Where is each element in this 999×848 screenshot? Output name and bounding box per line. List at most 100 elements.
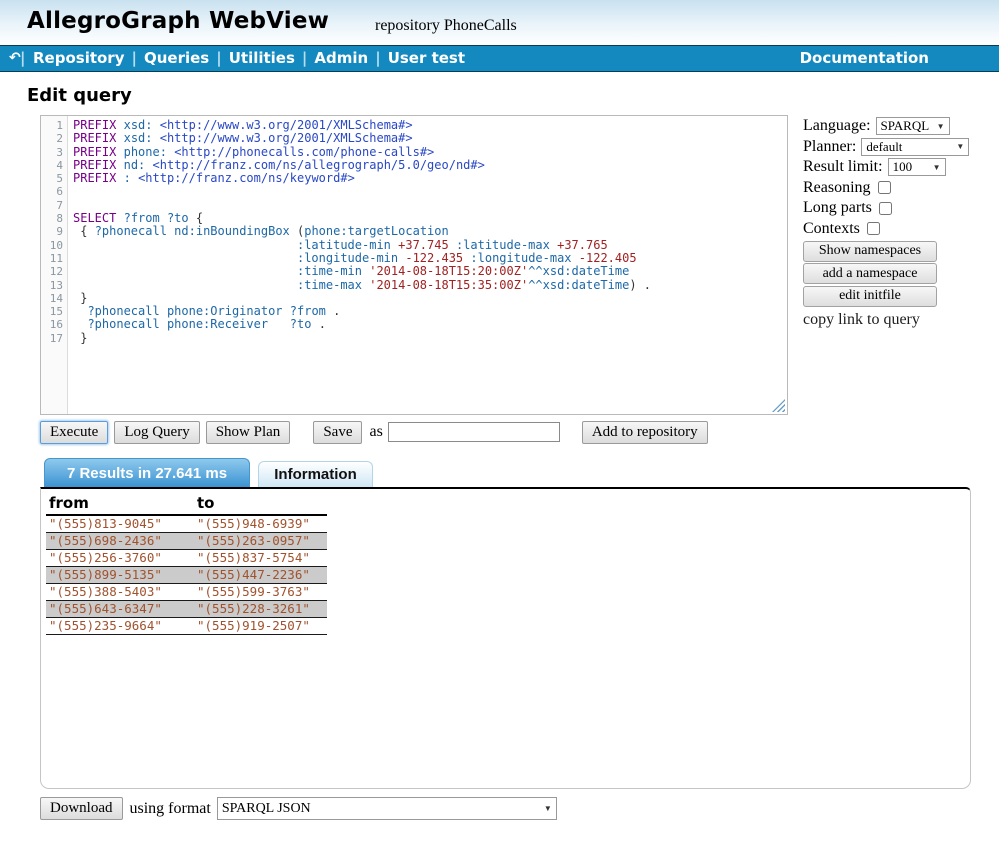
nav-item-repository[interactable]: Repository — [33, 49, 125, 67]
results-body: "(555)813-9045""(555)948-6939""(555)698-… — [46, 516, 327, 635]
nav-separator: | — [20, 46, 25, 71]
table-row: "(555)256-3760""(555)837-5754" — [46, 550, 327, 567]
planner-select[interactable]: default ▼ — [861, 138, 969, 156]
code-line: :longitude-min -122.435 :longitude-max -… — [73, 252, 787, 265]
code-line: :time-max '2014-08-18T15:35:00Z'^^xsd:da… — [73, 279, 787, 292]
planner-value: default — [866, 139, 902, 155]
nav-item-queries[interactable]: Queries — [144, 49, 209, 67]
contexts-checkbox[interactable] — [867, 222, 880, 235]
line-number: 16 — [41, 318, 63, 331]
chevron-down-icon: ▼ — [933, 163, 941, 172]
column-header-from: from — [46, 493, 194, 514]
nav-item-user-test[interactable]: User test — [388, 49, 465, 67]
long-parts-checkbox[interactable] — [879, 202, 892, 215]
line-number: 8 — [41, 212, 63, 225]
edit-initfile-button[interactable]: edit initfile — [803, 286, 937, 307]
code-line: PREFIX phone: <http://phonecalls.com/pho… — [73, 146, 787, 159]
reasoning-label: Reasoning — [803, 179, 871, 197]
line-number: 15 — [41, 305, 63, 318]
chevron-down-icon: ▼ — [956, 142, 964, 151]
result-limit-value: 100 — [893, 159, 913, 175]
line-number: 7 — [41, 199, 63, 212]
copy-link-to-query[interactable]: copy link to query — [803, 311, 971, 329]
reasoning-checkbox[interactable] — [878, 181, 891, 194]
app-header: AllegroGraph WebView repository PhoneCal… — [0, 0, 999, 45]
result-limit-label: Result limit: — [803, 158, 883, 176]
code-line: PREFIX : <http://franz.com/ns/keyword#> — [73, 172, 787, 185]
save-name-input[interactable] — [388, 422, 560, 442]
execute-button[interactable]: Execute — [40, 421, 108, 444]
line-number: 5 — [41, 172, 63, 185]
line-number: 10 — [41, 239, 63, 252]
nav-separator: | — [295, 49, 314, 67]
table-cell: "(555)837-5754" — [194, 550, 327, 566]
add-to-repository-button[interactable]: Add to repository — [582, 421, 708, 444]
code-line: } — [73, 332, 787, 345]
long-parts-row: Long parts — [803, 198, 971, 219]
table-cell: "(555)256-3760" — [46, 550, 194, 566]
code-line: :latitude-min +37.745 :latitude-max +37.… — [73, 239, 787, 252]
table-row: "(555)899-5135""(555)447-2236" — [46, 567, 327, 584]
download-row: Download using format SPARQL JSON ▼ — [40, 797, 557, 820]
contexts-row: Contexts — [803, 219, 971, 240]
tab-information[interactable]: Information — [258, 461, 373, 487]
editor-line-numbers: 1234567891011121314151617 — [41, 116, 68, 414]
planner-label: Planner: — [803, 138, 856, 156]
page-title: Edit query — [27, 85, 132, 106]
table-cell: "(555)813-9045" — [46, 516, 194, 532]
tab-results[interactable]: 7 Results in 27.641 ms — [44, 458, 250, 487]
line-number: 3 — [41, 146, 63, 159]
nav-item-admin[interactable]: Admin — [314, 49, 368, 67]
code-line: :time-min '2014-08-18T15:20:00Z'^^xsd:da… — [73, 265, 787, 278]
page: AllegroGraph WebView repository PhoneCal… — [0, 0, 999, 848]
nav-item-documentation[interactable]: Documentation — [800, 46, 929, 71]
save-button[interactable]: Save — [313, 421, 362, 444]
editor-code[interactable]: PREFIX xsd: <http://www.w3.org/2001/XMLS… — [68, 116, 787, 414]
show-plan-button[interactable]: Show Plan — [206, 421, 291, 444]
table-cell: "(555)643-6347" — [46, 601, 194, 617]
table-cell: "(555)228-3261" — [194, 601, 327, 617]
table-cell: "(555)447-2236" — [194, 567, 327, 583]
line-number: 13 — [41, 279, 63, 292]
language-label: Language: — [803, 117, 871, 135]
code-line: SELECT ?from ?to { — [73, 212, 787, 225]
query-editor[interactable]: 1234567891011121314151617 PREFIX xsd: <h… — [40, 115, 788, 415]
code-line: PREFIX xsd: <http://www.w3.org/2001/XMLS… — [73, 132, 787, 145]
code-line: { ?phonecall nd:inBoundingBox (phone:tar… — [73, 225, 787, 238]
table-cell: "(555)948-6939" — [194, 516, 327, 532]
code-line: PREFIX nd: <http://franz.com/ns/allegrog… — [73, 159, 787, 172]
language-value: SPARQL — [881, 118, 930, 134]
table-row: "(555)388-5403""(555)599-3763" — [46, 584, 327, 601]
table-row: "(555)813-9045""(555)948-6939" — [46, 516, 327, 533]
download-format-select[interactable]: SPARQL JSON ▼ — [217, 797, 557, 820]
log-query-button[interactable]: Log Query — [114, 421, 199, 444]
table-cell: "(555)388-5403" — [46, 584, 194, 600]
code-line — [73, 185, 787, 198]
table-cell: "(555)899-5135" — [46, 567, 194, 583]
nav-item-utilities[interactable]: Utilities — [229, 49, 295, 67]
repository-label: repository PhoneCalls — [375, 17, 517, 35]
reasoning-row: Reasoning — [803, 178, 971, 199]
table-row: "(555)698-2436""(555)263-0957" — [46, 533, 327, 550]
chevron-down-icon: ▼ — [937, 122, 945, 131]
table-cell: "(555)919-2507" — [194, 618, 327, 634]
results-panel: fromto "(555)813-9045""(555)948-6939""(5… — [40, 487, 971, 789]
line-number: 4 — [41, 159, 63, 172]
result-limit-select[interactable]: 100 ▼ — [888, 158, 946, 176]
save-as-label: as — [369, 423, 382, 441]
download-button[interactable]: Download — [40, 797, 123, 820]
query-actions: Execute Log Query Show Plan Save as Add … — [40, 420, 714, 444]
line-number: 1 — [41, 119, 63, 132]
add-namespace-button[interactable]: add a namespace — [803, 263, 937, 284]
code-line: ?phonecall phone:Receiver ?to . — [73, 318, 787, 331]
line-number: 14 — [41, 292, 63, 305]
code-line: ?phonecall phone:Originator ?from . — [73, 305, 787, 318]
query-options: Language: SPARQL ▼ Planner: default ▼ Re… — [803, 116, 971, 329]
nav-items: Repository|Queries|Utilities|Admin|User … — [33, 46, 465, 71]
back-arrow-icon[interactable]: ↶ — [9, 46, 21, 71]
download-format-value: SPARQL JSON — [222, 801, 311, 817]
language-select[interactable]: SPARQL ▼ — [876, 117, 950, 135]
language-row: Language: SPARQL ▼ — [803, 116, 971, 137]
show-namespaces-button[interactable]: Show namespaces — [803, 241, 937, 262]
line-number: 6 — [41, 185, 63, 198]
